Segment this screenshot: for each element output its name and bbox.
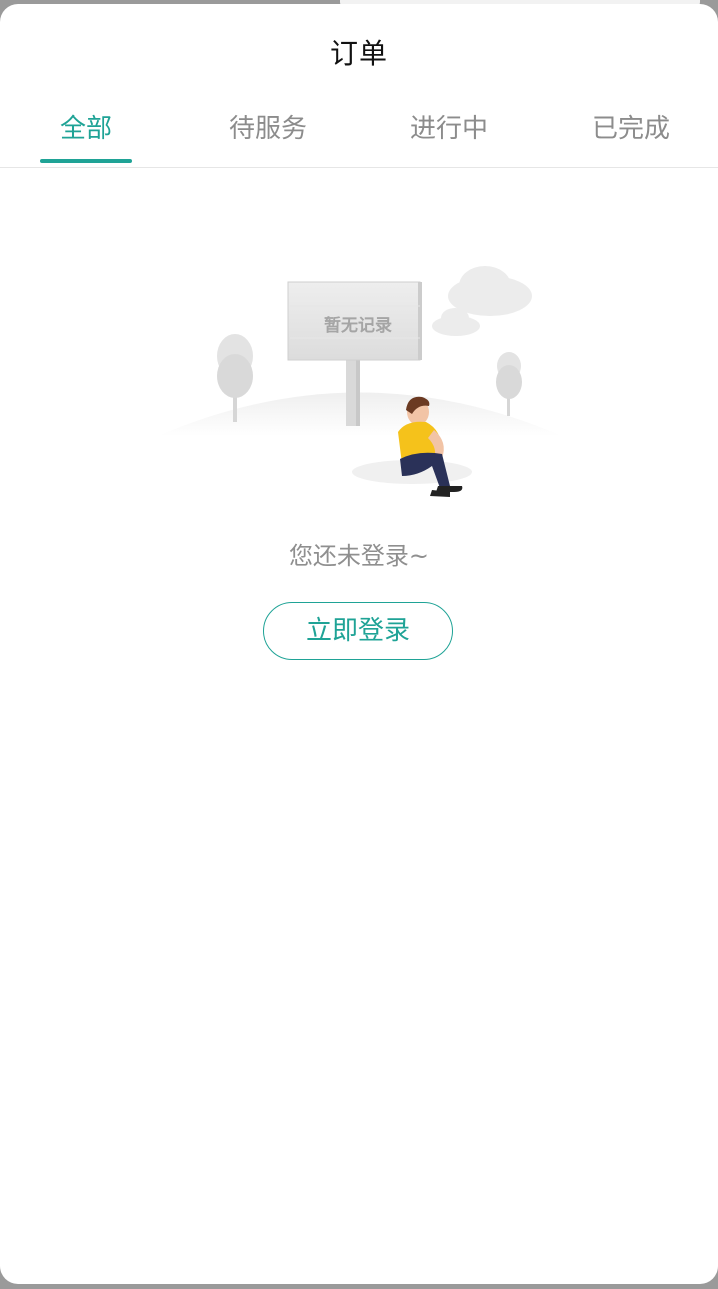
not-logged-in-message: 您还未登录~ xyxy=(288,542,430,570)
empty-record-illustration: 暂无记录 xyxy=(158,266,562,497)
orders-sheet: 订单 全部 待服务 进行中 已完成 暂无记录 您还未登录~ 立即登录 xyxy=(0,4,718,1284)
tab-completed[interactable]: 已完成 xyxy=(541,108,718,145)
tab-in-progress[interactable]: 进行中 xyxy=(359,108,539,145)
empty-record-sign: 暂无记录 xyxy=(287,281,422,361)
active-tab-indicator xyxy=(40,159,132,163)
page-title: 订单 xyxy=(329,37,388,70)
cloud-icon xyxy=(432,266,532,336)
tabs-divider xyxy=(0,167,718,168)
tab-all[interactable]: 全部 xyxy=(0,108,176,145)
login-button[interactable]: 立即登录 xyxy=(263,602,453,660)
sign-text: 暂无记录 xyxy=(324,315,392,336)
tree-icon xyxy=(496,352,522,416)
tab-pending-service[interactable]: 待服务 xyxy=(178,108,358,145)
order-tabs: 全部 待服务 进行中 已完成 xyxy=(0,100,718,166)
